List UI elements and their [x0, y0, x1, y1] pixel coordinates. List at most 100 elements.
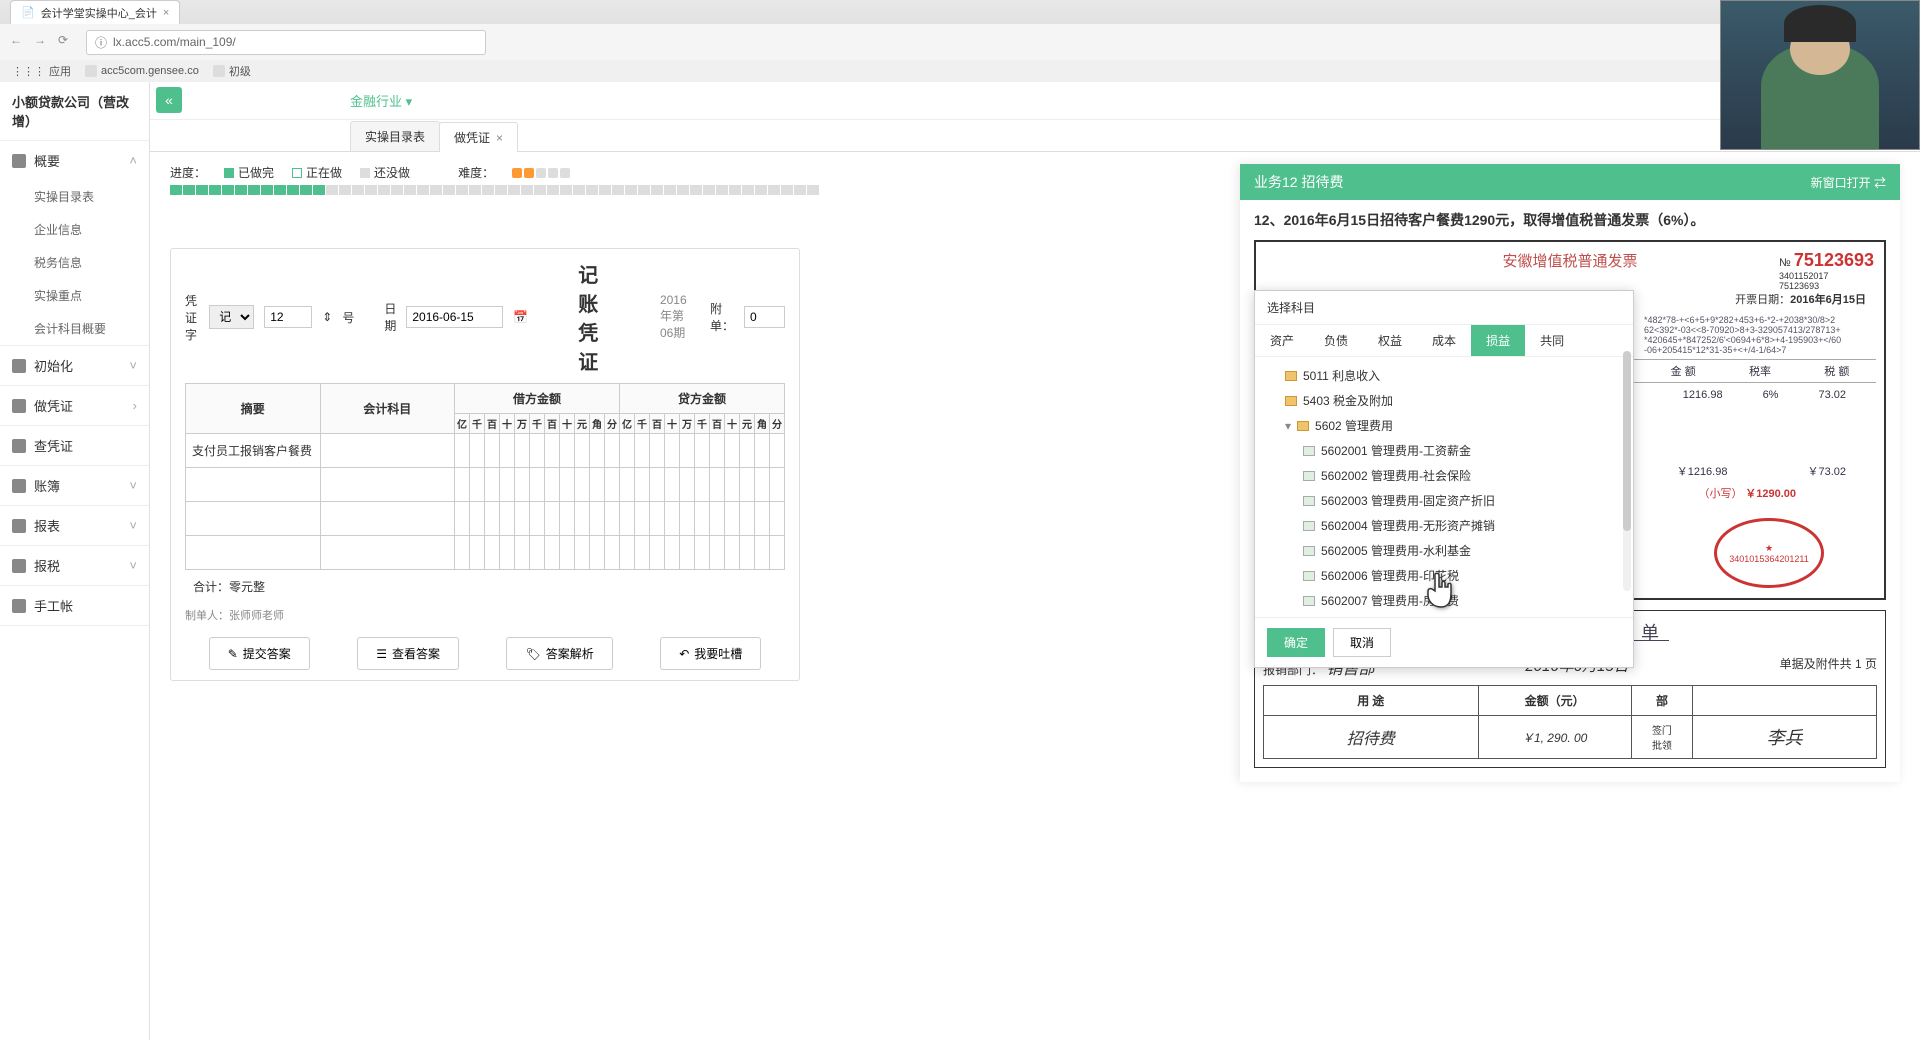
amount-cell[interactable] — [590, 434, 605, 468]
amount-cell[interactable] — [710, 502, 725, 536]
amount-cell[interactable] — [605, 468, 620, 502]
amount-cell[interactable] — [530, 536, 545, 570]
sidebar-section-6[interactable]: 报税˅ — [0, 546, 149, 585]
reload-icon[interactable]: ⟳ — [58, 33, 76, 51]
amount-cell[interactable] — [725, 536, 740, 570]
subject-cell[interactable] — [320, 434, 455, 468]
amount-cell[interactable] — [515, 434, 530, 468]
amount-cell[interactable] — [455, 536, 470, 570]
tree-item[interactable]: 5602002 管理费用-社会保险 — [1255, 463, 1633, 488]
amount-cell[interactable] — [470, 434, 485, 468]
popup-tab[interactable]: 资产 — [1255, 325, 1309, 356]
amount-cell[interactable] — [755, 468, 770, 502]
amount-cell[interactable] — [680, 536, 695, 570]
amount-cell[interactable] — [515, 536, 530, 570]
close-icon[interactable]: × — [496, 131, 503, 145]
tree-item[interactable]: 5602004 管理费用-无形资产摊销 — [1255, 513, 1633, 538]
video-overlay[interactable] — [1720, 0, 1920, 150]
popup-tab[interactable]: 权益 — [1363, 325, 1417, 356]
comment-button[interactable]: ↶我要吐槽 — [660, 637, 761, 670]
voucher-number-input[interactable] — [264, 306, 312, 328]
popup-tab[interactable]: 成本 — [1417, 325, 1471, 356]
amount-cell[interactable] — [650, 434, 665, 468]
amount-cell[interactable] — [560, 468, 575, 502]
amount-cell[interactable] — [620, 468, 635, 502]
sidebar-section-1[interactable]: 初始化˅ — [0, 346, 149, 385]
amount-cell[interactable] — [635, 434, 650, 468]
popup-tab[interactable]: 共同 — [1525, 325, 1579, 356]
amount-cell[interactable] — [680, 434, 695, 468]
sidebar-section-2[interactable]: 做凭证› — [0, 386, 149, 425]
amount-cell[interactable] — [725, 434, 740, 468]
amount-cell[interactable] — [455, 434, 470, 468]
stepper-icon[interactable]: ⇕ — [322, 310, 332, 324]
amount-cell[interactable] — [620, 502, 635, 536]
amount-cell[interactable] — [710, 536, 725, 570]
amount-cell[interactable] — [605, 536, 620, 570]
sidebar-item[interactable]: 实操目录表 — [0, 180, 149, 213]
content-tab[interactable]: 实操目录表 — [350, 121, 440, 151]
amount-cell[interactable] — [500, 502, 515, 536]
sidebar-section-4[interactable]: 账簿˅ — [0, 466, 149, 505]
ok-button[interactable]: 确定 — [1267, 628, 1325, 657]
tree-item[interactable]: ▾5602 管理费用 — [1255, 413, 1633, 438]
type-select[interactable]: 记 — [209, 305, 254, 329]
submit-button[interactable]: ✎提交答案 — [209, 637, 310, 670]
amount-cell[interactable] — [515, 502, 530, 536]
amount-cell[interactable] — [650, 502, 665, 536]
amount-cell[interactable] — [620, 434, 635, 468]
amount-cell[interactable] — [680, 468, 695, 502]
amount-cell[interactable] — [530, 502, 545, 536]
industry-dropdown[interactable]: 金融行业 ▾ — [350, 91, 412, 110]
content-tab[interactable]: 做凭证× — [439, 122, 518, 152]
amount-cell[interactable] — [695, 434, 710, 468]
amount-cell[interactable] — [500, 434, 515, 468]
amount-cell[interactable] — [770, 468, 785, 502]
amount-cell[interactable] — [695, 468, 710, 502]
analysis-button[interactable]: 🏷答案解析 — [506, 637, 612, 670]
amount-cell[interactable] — [500, 536, 515, 570]
amount-cell[interactable] — [575, 468, 590, 502]
sidebar-item[interactable]: 税务信息 — [0, 246, 149, 279]
amount-cell[interactable] — [560, 536, 575, 570]
subject-cell[interactable] — [320, 468, 455, 502]
amount-cell[interactable] — [605, 434, 620, 468]
tree-item[interactable]: 5602003 管理费用-固定资产折旧 — [1255, 488, 1633, 513]
subject-cell[interactable] — [320, 536, 455, 570]
amount-cell[interactable] — [575, 502, 590, 536]
sidebar-section-3[interactable]: 查凭证 — [0, 426, 149, 465]
amount-cell[interactable] — [560, 434, 575, 468]
browser-tab[interactable]: 📄 会计学堂实操中心_会计 × — [10, 0, 180, 24]
amount-cell[interactable] — [755, 502, 770, 536]
tree-item[interactable]: 5011 利息收入 — [1255, 363, 1633, 388]
amount-cell[interactable] — [635, 502, 650, 536]
open-new-window-button[interactable]: 新窗口打开 ⇄ — [1811, 174, 1886, 191]
summary-cell[interactable] — [186, 502, 321, 536]
amount-cell[interactable] — [725, 468, 740, 502]
forward-icon[interactable]: → — [34, 33, 52, 51]
tree-item[interactable]: 5602007 管理费用-房租费 — [1255, 588, 1633, 613]
amount-cell[interactable] — [635, 468, 650, 502]
amount-cell[interactable] — [605, 502, 620, 536]
amount-cell[interactable] — [755, 536, 770, 570]
subject-cell[interactable] — [320, 502, 455, 536]
amount-cell[interactable] — [545, 468, 560, 502]
sidebar-section-7[interactable]: 手工帐 — [0, 586, 149, 625]
amount-cell[interactable] — [530, 468, 545, 502]
amount-cell[interactable] — [590, 468, 605, 502]
amount-cell[interactable] — [695, 536, 710, 570]
amount-cell[interactable] — [665, 536, 680, 570]
amount-cell[interactable] — [590, 502, 605, 536]
summary-cell[interactable] — [186, 468, 321, 502]
summary-cell[interactable] — [186, 536, 321, 570]
amount-cell[interactable] — [500, 468, 515, 502]
amount-cell[interactable] — [470, 536, 485, 570]
amount-cell[interactable] — [545, 434, 560, 468]
amount-cell[interactable] — [710, 434, 725, 468]
amount-cell[interactable] — [545, 536, 560, 570]
amount-cell[interactable] — [770, 502, 785, 536]
amount-cell[interactable] — [575, 434, 590, 468]
amount-cell[interactable] — [650, 536, 665, 570]
amount-cell[interactable] — [485, 536, 500, 570]
tree-item[interactable]: 5602005 管理费用-水利基金 — [1255, 538, 1633, 563]
